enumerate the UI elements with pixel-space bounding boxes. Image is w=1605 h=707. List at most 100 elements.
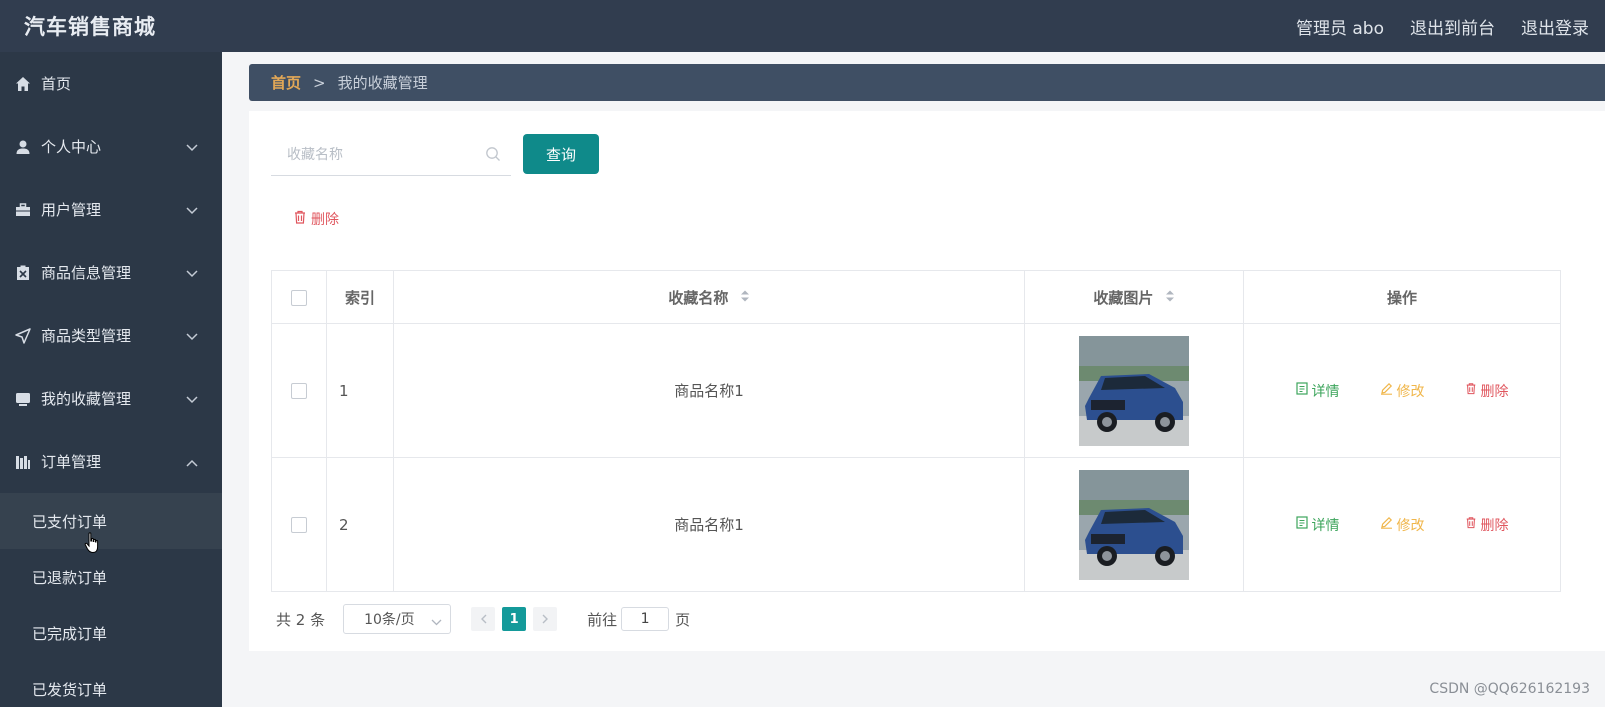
next-page-button[interactable] xyxy=(533,607,558,631)
document-icon xyxy=(1295,516,1308,533)
search-box xyxy=(271,135,511,176)
chevron-up-icon xyxy=(186,453,198,471)
books-icon xyxy=(14,453,32,471)
header-links: 管理员 abo 退出到前台 退出登录 xyxy=(1296,14,1589,39)
edit-button[interactable]: 修改 xyxy=(1380,381,1425,401)
home-icon xyxy=(14,75,32,93)
sidebar-item-product-type[interactable]: 商品类型管理 xyxy=(0,304,222,367)
search-input[interactable] xyxy=(271,135,489,175)
document-icon xyxy=(1295,382,1308,399)
sidebar-item-my-favorites[interactable]: 我的收藏管理 xyxy=(0,367,222,430)
user-icon xyxy=(14,138,32,156)
batch-delete-button[interactable]: 删除 xyxy=(293,209,339,229)
chevron-down-icon xyxy=(186,264,198,282)
delete-button[interactable]: 删除 xyxy=(1465,515,1509,535)
row-actions: 详情 修改 删除 xyxy=(1244,515,1560,535)
pencil-icon xyxy=(1380,516,1393,533)
sidebar-item-label: 商品信息管理 xyxy=(41,264,132,282)
sidebar-subitem-completed-orders[interactable]: 已完成订单 xyxy=(0,605,222,661)
exit-to-frontend-link[interactable]: 退出到前台 xyxy=(1410,14,1495,39)
top-header: 汽车销售商城 管理员 abo 退出到前台 退出登录 xyxy=(0,0,1605,52)
chevron-down-icon xyxy=(431,614,442,630)
column-header-image-label: 收藏图片 xyxy=(1093,288,1154,307)
trash-icon xyxy=(1465,382,1477,399)
batch-delete-label: 删除 xyxy=(311,212,339,228)
sidebar-item-label: 订单管理 xyxy=(41,453,102,471)
breadcrumb: 首页 > 我的收藏管理 xyxy=(249,64,1605,101)
breadcrumb-separator: > xyxy=(313,73,326,92)
sidebar-item-label: 商品类型管理 xyxy=(41,327,132,345)
row-actions: 详情 修改 删除 xyxy=(1244,381,1560,401)
page-number-button[interactable]: 1 xyxy=(502,607,527,631)
admin-user-label[interactable]: 管理员 abo xyxy=(1296,14,1384,39)
column-header-name[interactable]: 收藏名称 xyxy=(393,270,1025,324)
page-size-value: 10条/页 xyxy=(364,612,415,628)
prev-page-button[interactable] xyxy=(471,607,496,631)
column-header-index: 索引 xyxy=(326,270,394,324)
table-header-row: 索引 收藏名称 收藏图片 操作 xyxy=(271,270,1561,324)
column-header-image[interactable]: 收藏图片 xyxy=(1024,270,1244,324)
sidebar-subitem-paid-orders[interactable]: 已支付订单 xyxy=(0,493,222,549)
pagination: 共 2 条 10条/页 1 前往 页 xyxy=(276,603,690,635)
chevron-down-icon xyxy=(186,138,198,156)
table-row: 2 商品名称1 详情 修改 删除 xyxy=(271,457,1561,592)
column-header-name-label: 收藏名称 xyxy=(668,288,729,307)
sidebar-item-label: 用户管理 xyxy=(41,201,102,219)
edit-label: 修改 xyxy=(1396,517,1425,534)
trash-icon xyxy=(1465,516,1477,533)
send-icon xyxy=(14,327,32,345)
sidebar-item-user-management[interactable]: 用户管理 xyxy=(0,178,222,241)
main-panel: 查询 删除 索引 收藏名称 收藏图片 xyxy=(249,111,1605,651)
delete-label: 删除 xyxy=(1480,383,1509,400)
detail-button[interactable]: 详情 xyxy=(1295,381,1340,401)
goto-page-input[interactable] xyxy=(621,607,670,631)
sidebar: 首页 个人中心 用户管理 商品信息管理 商品类型管理 我的收藏管理 订单管理 已… xyxy=(0,52,222,707)
edit-button[interactable]: 修改 xyxy=(1380,515,1425,535)
search-icon xyxy=(485,146,501,166)
sidebar-item-product-info[interactable]: 商品信息管理 xyxy=(0,241,222,304)
sort-icon[interactable] xyxy=(1165,289,1175,307)
logout-link[interactable]: 退出登录 xyxy=(1521,14,1589,39)
car-thumbnail-image xyxy=(1079,469,1189,580)
select-all-checkbox[interactable] xyxy=(291,289,307,306)
sidebar-item-home[interactable]: 首页 xyxy=(0,52,222,115)
row-index: 2 xyxy=(326,457,394,592)
monitor-icon xyxy=(14,390,32,408)
chevron-down-icon xyxy=(186,201,198,219)
briefcase-icon xyxy=(14,201,32,219)
breadcrumb-home-link[interactable]: 首页 xyxy=(271,72,301,93)
trash-icon xyxy=(293,210,307,228)
goto-suffix: 页 xyxy=(675,610,691,629)
row-name: 商品名称1 xyxy=(393,323,1025,458)
car-thumbnail-image xyxy=(1079,335,1189,446)
delete-label: 删除 xyxy=(1480,517,1509,534)
total-count: 共 2 条 xyxy=(276,610,326,629)
pencil-icon xyxy=(1380,382,1393,399)
hand-cursor-icon xyxy=(84,532,100,558)
favorites-table: 索引 收藏名称 收藏图片 操作 1 商品名称1 详情 修改 删除 2 商品名称1… xyxy=(271,270,1561,592)
clipboard-icon xyxy=(14,264,32,282)
sidebar-item-label: 我的收藏管理 xyxy=(41,390,132,408)
page-size-select[interactable]: 10条/页 xyxy=(343,604,452,634)
edit-label: 修改 xyxy=(1396,383,1425,400)
sort-icon[interactable] xyxy=(740,289,750,307)
row-checkbox[interactable] xyxy=(291,517,307,533)
sidebar-item-order-management[interactable]: 订单管理 xyxy=(0,430,222,493)
detail-button[interactable]: 详情 xyxy=(1295,515,1340,535)
sidebar-item-label: 个人中心 xyxy=(41,138,102,156)
detail-label: 详情 xyxy=(1311,383,1340,400)
row-index: 1 xyxy=(326,323,394,458)
query-button[interactable]: 查询 xyxy=(523,134,599,174)
detail-label: 详情 xyxy=(1311,517,1340,534)
sidebar-item-personal-center[interactable]: 个人中心 xyxy=(0,115,222,178)
sidebar-subitem-refunded-orders[interactable]: 已退款订单 xyxy=(0,549,222,605)
goto-prefix: 前往 xyxy=(587,610,618,629)
breadcrumb-current: 我的收藏管理 xyxy=(337,74,428,92)
delete-button[interactable]: 删除 xyxy=(1465,381,1509,401)
chevron-down-icon xyxy=(186,390,198,408)
watermark: CSDN @QQ626162193 xyxy=(1429,681,1590,697)
chevron-left-icon xyxy=(480,610,487,628)
chevron-down-icon xyxy=(186,327,198,345)
row-checkbox[interactable] xyxy=(291,383,307,399)
sidebar-subitem-shipped-orders[interactable]: 已发货订单 xyxy=(0,661,222,707)
